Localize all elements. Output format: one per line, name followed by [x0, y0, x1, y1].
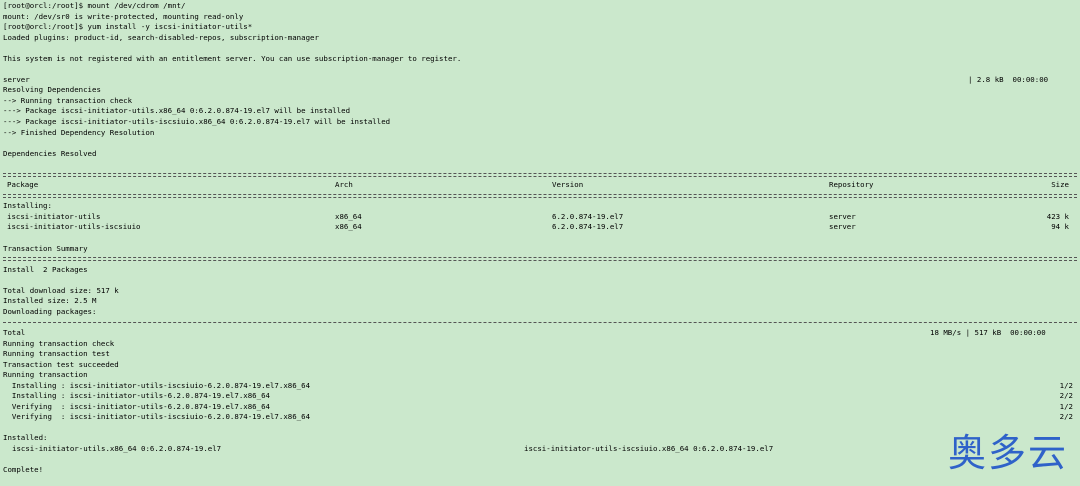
terminal-line: Install 2 Packages [3, 264, 88, 274]
installed-package: iscsi-initiator-utils-iscsiuio.x86_64 0:… [524, 443, 774, 453]
header-version: Version [552, 180, 584, 190]
cell-arch: x86_64 [335, 211, 362, 221]
total-line: Total 18 MB/s | 517 kB 00:00:00 [3, 328, 1077, 339]
watermark-logo: 奥多云 [947, 431, 1068, 475]
terminal-output[interactable]: [root@orcl:/root]$ mount /dev/cdrom /mnt… [3, 1, 1077, 476]
summary-title: Transaction Summary [3, 243, 88, 253]
table-header-row: Package Arch Version Repository Size [3, 180, 1077, 191]
terminal-line: Resolving Dependencies [3, 85, 101, 95]
table-separator [3, 191, 1077, 202]
header-size: Size [1051, 180, 1069, 190]
install-step: Installing : iscsi-initiator-utils-6.2.0… [3, 391, 1077, 402]
step-text: Installing : iscsi-initiator-utils-iscsi… [3, 380, 311, 390]
table-separator [3, 254, 1077, 265]
install-step: Verifying : iscsi-initiator-utils-6.2.0.… [3, 402, 1077, 413]
terminal-line: Running transaction [3, 370, 88, 380]
terminal-line: This system is not registered with an en… [3, 53, 462, 63]
installed-title: Installed: [3, 433, 48, 443]
complete-message: Complete! [3, 465, 44, 475]
table-separator [3, 170, 1077, 181]
terminal-line: Dependencies Resolved [3, 148, 97, 158]
cell-repository: server [829, 222, 856, 232]
repo-name: server [3, 74, 30, 84]
step-text: Verifying : iscsi-initiator-utils-6.2.0.… [3, 401, 270, 411]
cell-version: 6.2.0.874-19.el7 [552, 222, 624, 232]
step-text: Installing : iscsi-initiator-utils-6.2.0… [3, 391, 270, 401]
terminal-line: Running transaction test [3, 349, 110, 359]
repo-progress: | 2.8 kB 00:00:00 [968, 74, 1049, 84]
terminal-line: Transaction test succeeded [3, 359, 119, 369]
terminal-line: [root@orcl:/root]$ yum install -y iscsi-… [3, 22, 253, 32]
installing-label: Installing: [3, 201, 52, 211]
terminal-line: Loaded plugins: product-id, search-disab… [3, 32, 319, 42]
terminal-line: mount: /dev/sr0 is write-protected, moun… [3, 11, 244, 21]
cell-size: 94 k [1051, 222, 1069, 232]
terminal-line: --> Finished Dependency Resolution [3, 127, 155, 137]
step-count: 1/2 [1059, 401, 1073, 411]
step-text: Verifying : iscsi-initiator-utils-iscsiu… [3, 412, 311, 422]
cell-arch: x86_64 [335, 222, 362, 232]
installed-package: iscsi-initiator-utils.x86_64 0:6.2.0.874… [12, 443, 222, 453]
step-count: 1/2 [1059, 380, 1073, 390]
cell-package: iscsi-initiator-utils [7, 211, 101, 221]
cell-package: iscsi-initiator-utils-iscsiuio [7, 222, 141, 232]
step-count: 2/2 [1059, 391, 1073, 401]
terminal-line: ---> Package iscsi-initiator-utils-iscsi… [3, 117, 391, 127]
terminal-line: ---> Package iscsi-initiator-utils.x86_6… [3, 106, 351, 116]
terminal-line: Downloading packages: [3, 306, 97, 316]
terminal-line: [root@orcl:/root]$ mount /dev/cdrom /mnt… [3, 1, 186, 10]
server-repo-line: server | 2.8 kB 00:00:00 [3, 75, 1077, 86]
cell-repository: server [829, 211, 856, 221]
terminal-line: Total download size: 517 k [3, 285, 119, 295]
header-repository: Repository [829, 180, 874, 190]
terminal-line: --> Running transaction check [3, 95, 133, 105]
progress-separator [3, 317, 1077, 328]
terminal-line: Running transaction check [3, 338, 115, 348]
table-row: iscsi-initiator-utils-iscsiuio x86_64 6.… [3, 222, 1077, 233]
installed-packages: iscsi-initiator-utils.x86_64 0:6.2.0.874… [3, 444, 1077, 455]
total-progress: 18 MB/s | 517 kB 00:00:00 [930, 327, 1046, 337]
install-step: Verifying : iscsi-initiator-utils-iscsiu… [3, 412, 1077, 423]
install-step: Installing : iscsi-initiator-utils-iscsi… [3, 381, 1077, 392]
header-package: Package [7, 180, 39, 190]
cell-version: 6.2.0.874-19.el7 [552, 211, 624, 221]
step-count: 2/2 [1059, 412, 1073, 422]
terminal-line: Installed size: 2.5 M [3, 296, 97, 306]
cell-size: 423 k [1046, 211, 1069, 221]
header-arch: Arch [335, 180, 353, 190]
table-row: iscsi-initiator-utils x86_64 6.2.0.874-1… [3, 212, 1077, 223]
total-label: Total [3, 327, 26, 337]
